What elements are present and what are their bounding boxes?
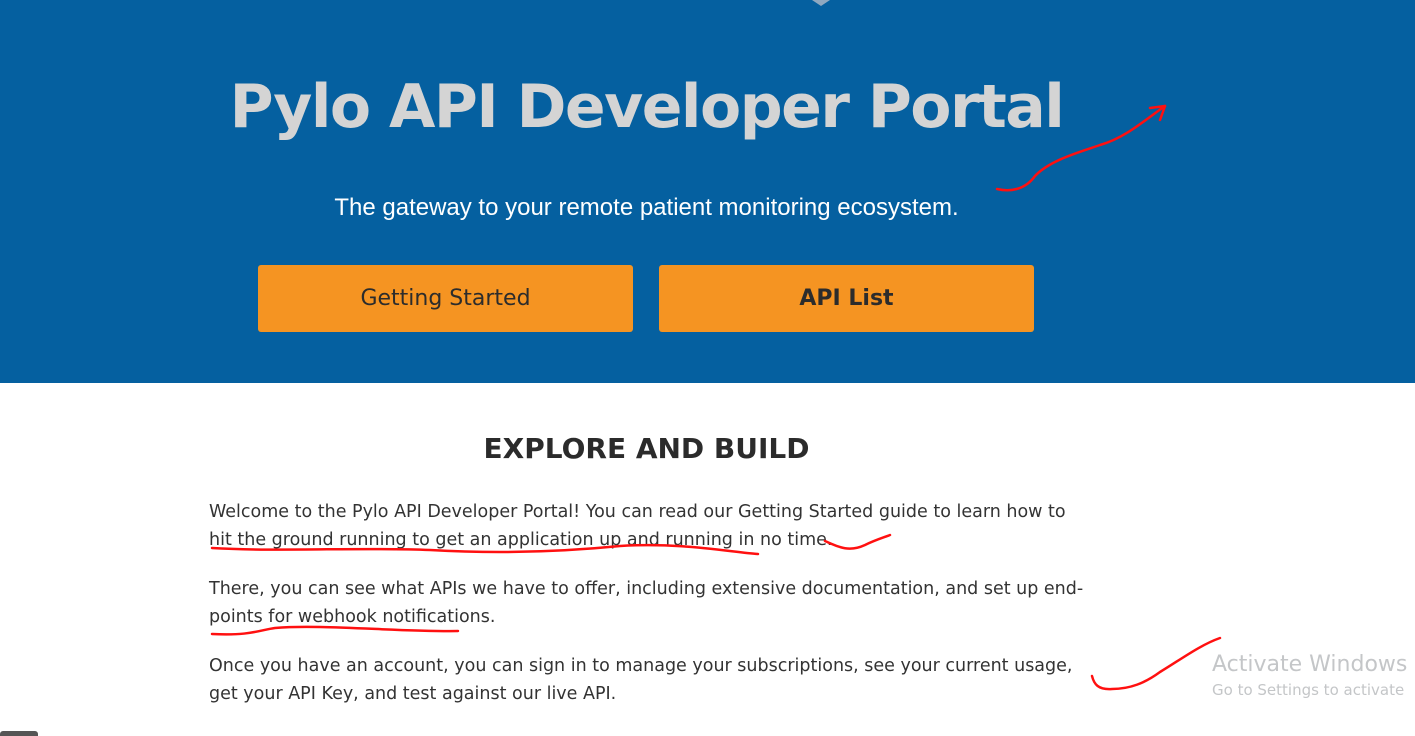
activate-windows-watermark: Activate Windows Go to Settings to activ… (1212, 652, 1407, 699)
apis-paragraph: There, you can see what APIs we have to … (209, 579, 1084, 627)
logo-icon (812, 0, 830, 6)
api-list-button[interactable]: API List (659, 265, 1034, 332)
hero-banner: Pylo API Developer Portal The gateway to… (0, 0, 1415, 383)
account-paragraph: Once you have an account, you can sign i… (209, 656, 1073, 704)
page-title: Pylo API Developer Portal (229, 72, 1065, 142)
intro-paragraph: Welcome to the Pylo API Developer Portal… (209, 502, 1066, 550)
section-title: EXPLORE AND BUILD (483, 432, 810, 465)
page-subtitle: The gateway to your remote patient monit… (334, 194, 959, 221)
taskbar-edge (0, 731, 38, 736)
watermark-subtitle: Go to Settings to activate (1212, 681, 1405, 699)
hook-annotation (1090, 636, 1222, 691)
getting-started-button[interactable]: Getting Started (258, 265, 633, 332)
watermark-title: Activate Windows (1212, 652, 1408, 677)
